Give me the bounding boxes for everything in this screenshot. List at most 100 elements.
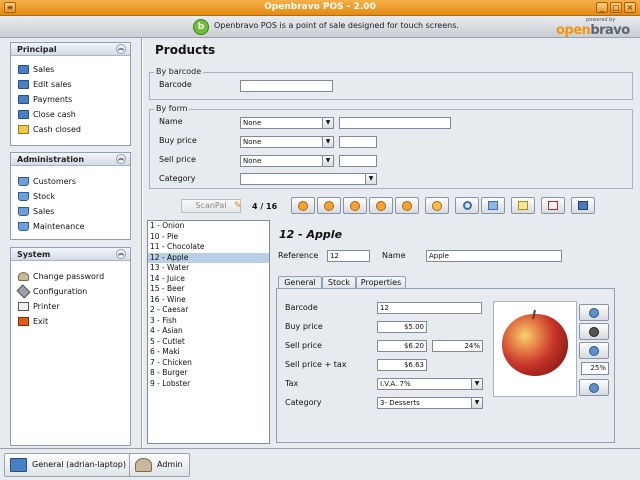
printer-icon bbox=[18, 302, 29, 311]
sell-price-input[interactable]: $6.20 bbox=[377, 340, 427, 352]
sidebar-item-payments[interactable]: Payments bbox=[11, 92, 130, 107]
collapse-icon[interactable]: ︽ bbox=[116, 44, 126, 54]
buy-price-operator-select[interactable]: None ▼ bbox=[240, 136, 334, 148]
first-record-button[interactable] bbox=[291, 197, 315, 214]
list-item[interactable]: 6 - Maki bbox=[148, 347, 269, 358]
category-label: Category bbox=[285, 398, 322, 407]
new-record-button[interactable] bbox=[511, 197, 535, 214]
name-filter-input[interactable] bbox=[339, 117, 451, 129]
barcode-search-input[interactable] bbox=[240, 80, 333, 92]
sidebar-item-stock[interactable]: Stock bbox=[11, 189, 130, 204]
minimize-icon[interactable]: _ bbox=[596, 2, 608, 13]
category-select[interactable]: 3- Desserts ▼ bbox=[377, 397, 483, 409]
reference-input[interactable]: 12 bbox=[327, 250, 370, 262]
host-button[interactable]: General (adrian-laptop) bbox=[4, 453, 133, 477]
openbravo-logo-icon: b bbox=[193, 19, 209, 35]
reload-icon bbox=[432, 201, 442, 211]
system-title: System bbox=[17, 250, 51, 259]
collapse-icon[interactable]: ︽ bbox=[116, 154, 126, 164]
computer-icon bbox=[10, 458, 27, 472]
administration-panel: Administration ︽ Customers Stock Sales Ma… bbox=[10, 152, 131, 240]
sort-icon bbox=[488, 201, 498, 210]
zoom-out-button[interactable] bbox=[579, 379, 609, 396]
sidebar-item-printer[interactable]: Printer bbox=[11, 299, 130, 314]
sidebar-item-sales[interactable]: Sales bbox=[11, 62, 130, 77]
buy-price-input[interactable]: $5.00 bbox=[377, 321, 427, 333]
brand-bravo-text: bravo bbox=[590, 23, 630, 38]
monitor-icon bbox=[18, 80, 29, 89]
close-icon[interactable]: × bbox=[624, 2, 636, 13]
book-icon bbox=[18, 222, 29, 231]
list-item[interactable]: 4 - Asian bbox=[148, 326, 269, 337]
next-record-button[interactable] bbox=[369, 197, 393, 214]
margin-input[interactable]: 24% bbox=[432, 340, 483, 352]
remove-image-button[interactable] bbox=[579, 323, 609, 340]
list-item[interactable]: 14 - Juice bbox=[148, 274, 269, 285]
save-record-button[interactable] bbox=[571, 197, 595, 214]
list-item[interactable]: 7 - Chicken bbox=[148, 358, 269, 369]
window-title: Openbravo POS - 2.00 bbox=[264, 2, 376, 12]
system-header[interactable]: System ︽ bbox=[11, 248, 130, 261]
delete-record-button[interactable] bbox=[541, 197, 565, 214]
sidebar-item-exit[interactable]: Exit bbox=[11, 314, 130, 329]
barcode-input[interactable]: 12 bbox=[377, 302, 482, 314]
administration-header[interactable]: Administration ︽ bbox=[11, 153, 130, 166]
search-icon bbox=[463, 201, 472, 210]
tab-stock[interactable]: Stock bbox=[322, 276, 356, 288]
search-button[interactable] bbox=[455, 197, 479, 214]
sidebar-item-maintenance[interactable]: Maintenance bbox=[11, 219, 130, 234]
zoom-out-icon bbox=[589, 383, 599, 393]
list-item[interactable]: 1 - Onion bbox=[148, 221, 269, 232]
scanpal-button[interactable]: ScanPal bbox=[181, 199, 241, 213]
tax-label: Tax bbox=[285, 379, 299, 388]
list-item[interactable]: 16 - Wine bbox=[148, 295, 269, 306]
sidebar-item-configuration[interactable]: Configuration bbox=[11, 284, 130, 299]
zoom-level-field[interactable]: 25% bbox=[581, 362, 609, 375]
list-item[interactable]: 13 - Water bbox=[148, 263, 269, 274]
list-item[interactable]: 3 - Fish bbox=[148, 316, 269, 327]
name-operator-select[interactable]: None ▼ bbox=[240, 117, 334, 129]
status-bar: General (adrian-laptop) Admin bbox=[0, 448, 640, 480]
sidebar-item-customers[interactable]: Customers bbox=[11, 174, 130, 189]
last-icon bbox=[402, 201, 412, 211]
user-button[interactable]: Admin bbox=[129, 453, 190, 477]
zoom-in-button[interactable] bbox=[579, 342, 609, 359]
principal-header[interactable]: Principal ︽ bbox=[11, 43, 130, 56]
list-item[interactable]: 15 - Beer bbox=[148, 284, 269, 295]
product-list[interactable]: 1 - Onion 10 - Pie 11 - Chocolate 12 - A… bbox=[147, 220, 270, 444]
sell-price-filter-input[interactable] bbox=[339, 155, 377, 167]
category-filter-select[interactable]: ▼ bbox=[240, 173, 377, 185]
sell-price-tax-input[interactable]: $6.63 bbox=[377, 359, 427, 371]
sidebar-item-label: Customers bbox=[33, 177, 77, 186]
reload-button[interactable] bbox=[425, 197, 449, 214]
previous-record-button[interactable] bbox=[343, 197, 367, 214]
sidebar-item-admin-sales[interactable]: Sales bbox=[11, 204, 130, 219]
tax-select[interactable]: I.V.A. 7% ▼ bbox=[377, 378, 483, 390]
sidebar-item-cash-closed[interactable]: Cash closed bbox=[11, 122, 130, 137]
sidebar-item-edit-sales[interactable]: Edit sales bbox=[11, 77, 130, 92]
list-item-selected[interactable]: 12 - Apple bbox=[148, 252, 269, 263]
sidebar-item-change-password[interactable]: Change password bbox=[11, 269, 130, 284]
list-item[interactable]: 10 - Pie bbox=[148, 232, 269, 243]
last-record-button[interactable] bbox=[395, 197, 419, 214]
pencil-icon[interactable]: ✎ bbox=[234, 201, 242, 211]
list-item[interactable]: 2 - Caesar bbox=[148, 305, 269, 316]
sell-price-operator-select[interactable]: None ▼ bbox=[240, 155, 334, 167]
open-image-button[interactable] bbox=[579, 304, 609, 321]
list-item[interactable]: 5 - Cutlet bbox=[148, 337, 269, 348]
tab-properties[interactable]: Properties bbox=[356, 276, 406, 288]
sidebar-item-label: Sales bbox=[33, 207, 55, 216]
list-item[interactable]: 11 - Chocolate bbox=[148, 242, 269, 253]
sort-button[interactable] bbox=[481, 197, 505, 214]
list-item[interactable]: 8 - Burger bbox=[148, 368, 269, 379]
sidebar-item-close-cash[interactable]: Close cash bbox=[11, 107, 130, 122]
previous-page-button[interactable] bbox=[317, 197, 341, 214]
list-item[interactable]: 9 - Lobster bbox=[148, 379, 269, 390]
sidebar-item-label: Cash closed bbox=[33, 125, 81, 134]
maximize-icon[interactable]: □ bbox=[610, 2, 622, 13]
buy-price-filter-input[interactable] bbox=[339, 136, 377, 148]
name-input[interactable]: Apple bbox=[426, 250, 562, 262]
collapse-icon[interactable]: ︽ bbox=[116, 249, 126, 259]
sell-price-tax-label: Sell price + tax bbox=[285, 360, 347, 369]
barcode-search-label: Barcode bbox=[159, 80, 192, 89]
